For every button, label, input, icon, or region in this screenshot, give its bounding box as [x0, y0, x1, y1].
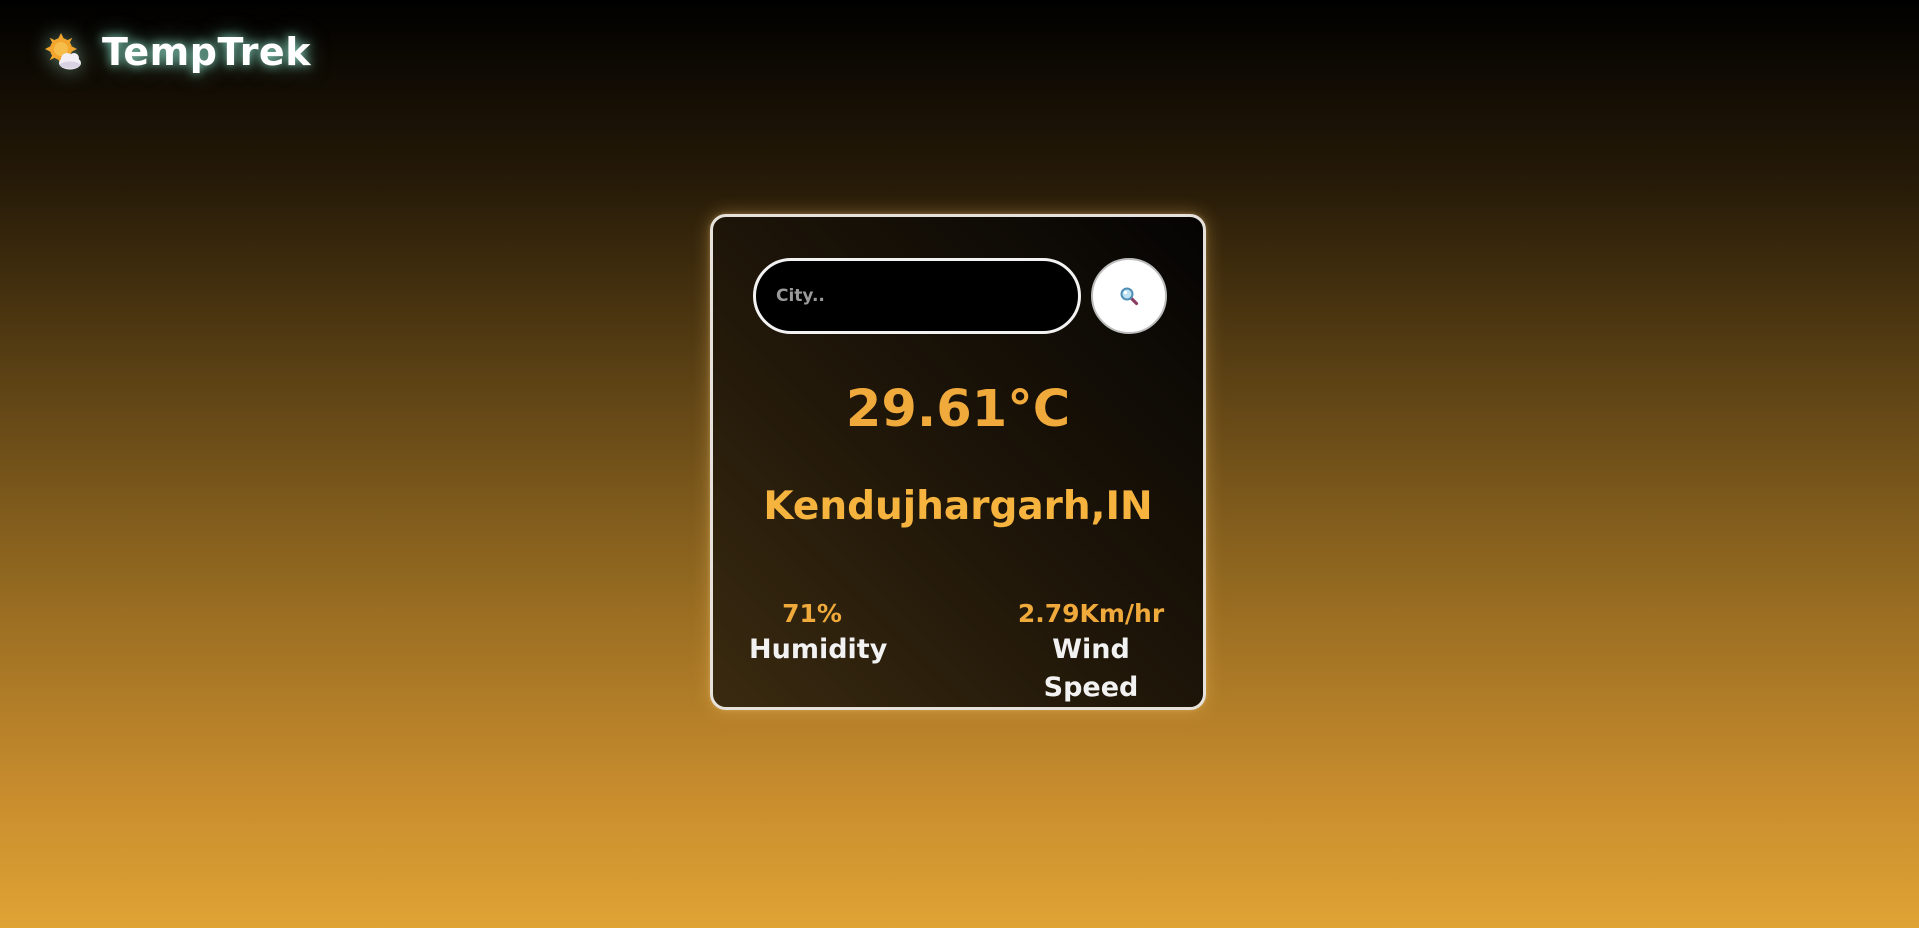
wind-speed-stat: 2.79Km/hr Wind Speed — [1007, 597, 1175, 707]
humidity-label: Humidity — [749, 634, 888, 665]
city-search-input[interactable] — [753, 258, 1081, 334]
magnifying-glass-icon — [1119, 286, 1139, 306]
humidity-value: 71% — [782, 599, 842, 628]
weather-card: 29.61°C Kendujhargarh,IN 71% Humidity 2.… — [710, 214, 1206, 710]
search-button[interactable] — [1091, 258, 1167, 334]
wind-speed-value: 2.79Km/hr — [1017, 599, 1165, 628]
app-title: TempTrek — [102, 30, 311, 74]
sun-behind-cloud-icon — [42, 31, 84, 73]
wind-speed-label: Wind Speed — [1043, 634, 1139, 703]
search-bar — [753, 258, 1167, 334]
city-name: Kendujhargarh,IN — [763, 484, 1153, 529]
app-header: TempTrek — [42, 30, 311, 74]
humidity-stat: 71% Humidity — [749, 597, 888, 669]
temperature-display: 29.61°C — [845, 380, 1071, 439]
